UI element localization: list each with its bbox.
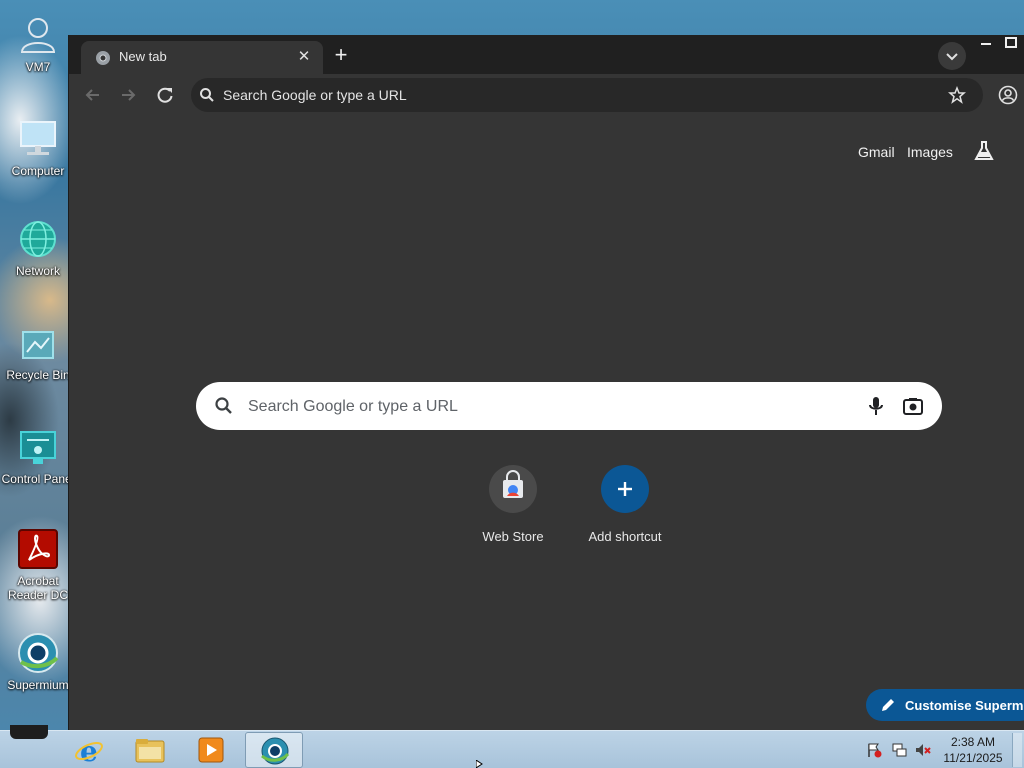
mouse-cursor-icon bbox=[476, 760, 483, 768]
customise-button[interactable]: Customise Supermium bbox=[866, 689, 1024, 721]
supermium-icon bbox=[261, 737, 290, 765]
desktop-icon-label: VM7 bbox=[25, 60, 51, 74]
chrome-favicon-icon bbox=[96, 51, 110, 65]
taskbar-media-player[interactable] bbox=[182, 732, 240, 768]
media-player-icon bbox=[198, 737, 224, 763]
supermium-icon bbox=[18, 633, 59, 673]
desktop-icon-label: Network bbox=[15, 264, 60, 278]
new-tab-page: Gmail Images Search Google or type a URL bbox=[69, 116, 1024, 730]
minimize-window-button[interactable] bbox=[977, 35, 995, 51]
desktop-icon-label: Supermium bbox=[7, 678, 69, 692]
desktop-icon-network[interactable]: Network bbox=[0, 218, 76, 278]
desktop-icon-vm7[interactable]: VM7 bbox=[0, 14, 76, 74]
shortcut-label: Add shortcut bbox=[588, 529, 662, 544]
taskbar-supermium[interactable] bbox=[245, 732, 303, 768]
web-store-icon bbox=[489, 465, 537, 513]
shortcut-web-store[interactable]: Web Store bbox=[458, 465, 568, 555]
tab-search-button[interactable] bbox=[938, 42, 966, 70]
desktop-icon-label: Control Panel bbox=[1, 472, 75, 486]
desktop-icon-supermium[interactable]: Supermium bbox=[0, 632, 76, 692]
taskbar-file-explorer[interactable] bbox=[121, 732, 179, 768]
images-link[interactable]: Images bbox=[907, 144, 953, 160]
tab-strip: New tab ✕ + bbox=[69, 35, 1024, 74]
address-bar-placeholder: Search Google or type a URL bbox=[223, 87, 407, 103]
ntp-search-placeholder: Search Google or type a URL bbox=[248, 398, 458, 415]
pencil-icon bbox=[882, 699, 894, 711]
start-button[interactable] bbox=[10, 725, 48, 739]
network-tray-icon[interactable] bbox=[891, 742, 907, 758]
bookmark-star-icon[interactable] bbox=[948, 86, 966, 104]
taskbar-clock[interactable]: 2:38 AM 11/21/2025 bbox=[936, 734, 1010, 766]
chevron-down-icon bbox=[946, 53, 958, 61]
acrobat-icon bbox=[18, 529, 58, 569]
folder-icon bbox=[135, 739, 165, 763]
user-icon bbox=[20, 18, 56, 53]
action-center-flag-icon[interactable] bbox=[866, 742, 882, 758]
tab-new-tab[interactable]: New tab ✕ bbox=[81, 41, 323, 74]
browser-toolbar: Search Google or type a URL bbox=[69, 74, 1024, 116]
forward-button[interactable] bbox=[117, 84, 139, 106]
desktop-icon-label: Acrobat Reader DC bbox=[7, 574, 69, 602]
computer-icon bbox=[20, 121, 56, 155]
desktop-icon-label: Computer bbox=[11, 164, 65, 178]
desktop-icon-label: Recycle Bin bbox=[6, 368, 70, 382]
new-tab-button[interactable]: + bbox=[331, 44, 351, 66]
shortcut-add[interactable]: Add shortcut bbox=[570, 465, 680, 555]
search-icon bbox=[215, 397, 232, 414]
customise-label: Customise Supermium bbox=[905, 698, 1024, 713]
profile-icon[interactable] bbox=[998, 85, 1018, 105]
network-icon bbox=[20, 221, 56, 257]
clock-time: 2:38 AM bbox=[950, 735, 996, 749]
svg-text:e: e bbox=[80, 735, 98, 765]
control-panel-icon bbox=[20, 431, 56, 464]
recycle-bin-icon bbox=[22, 331, 54, 359]
plus-icon bbox=[601, 465, 649, 513]
microphone-icon[interactable] bbox=[866, 395, 886, 417]
gmail-link[interactable]: Gmail bbox=[858, 144, 895, 160]
tab-close-button[interactable]: ✕ bbox=[295, 48, 313, 66]
search-icon bbox=[200, 88, 214, 102]
back-button[interactable] bbox=[82, 84, 104, 106]
volume-muted-icon[interactable] bbox=[915, 742, 931, 758]
browser-window: New tab ✕ + Search Google or type a URL … bbox=[68, 35, 1024, 730]
desktop-icon-control-panel[interactable]: Control Panel bbox=[0, 426, 76, 486]
taskbar: e 2:38 AM 11/21/2025 bbox=[0, 725, 1024, 768]
taskbar-internet-explorer[interactable]: e bbox=[60, 732, 118, 768]
reload-button[interactable] bbox=[154, 84, 176, 106]
internet-explorer-icon: e bbox=[75, 735, 103, 765]
desktop-icon-acrobat[interactable]: Acrobat Reader DC bbox=[0, 528, 76, 602]
shortcut-label: Web Store bbox=[482, 529, 544, 544]
desktop-icon-computer[interactable]: Computer bbox=[0, 118, 76, 178]
show-desktop-button[interactable] bbox=[1012, 733, 1022, 767]
camera-search-icon[interactable] bbox=[902, 396, 924, 416]
ntp-search-box[interactable]: Search Google or type a URL bbox=[196, 382, 942, 430]
maximize-window-button[interactable] bbox=[1001, 35, 1021, 51]
clock-date: 11/21/2025 bbox=[943, 751, 1003, 765]
desktop-icon-recycle-bin[interactable]: Recycle Bin bbox=[0, 322, 76, 382]
labs-flask-icon[interactable] bbox=[974, 140, 994, 162]
address-bar[interactable]: Search Google or type a URL bbox=[191, 78, 983, 112]
tab-title: New tab bbox=[119, 49, 167, 64]
